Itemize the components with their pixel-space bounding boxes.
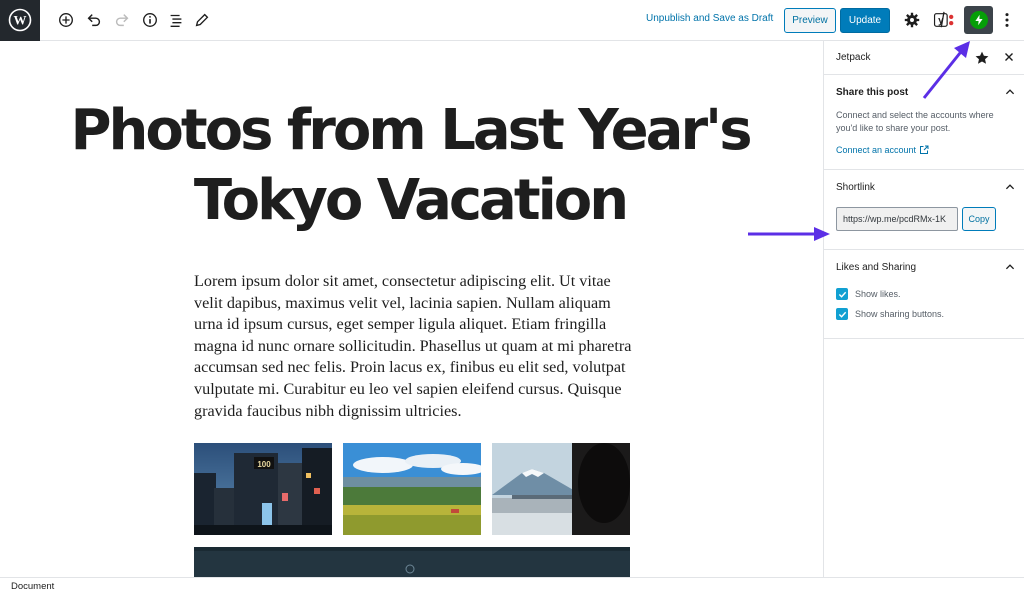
gallery-image-wide[interactable] <box>194 547 630 577</box>
edit-tools-button[interactable] <box>190 8 214 32</box>
top-toolbar: W Unpublish and Save as Draft Preview Up… <box>0 0 1024 41</box>
wordpress-logo-button[interactable]: W <box>0 0 40 41</box>
likes-sharing-panel: Likes and Sharing Show likes. Show shari… <box>824 250 1024 339</box>
likes-panel-toggle[interactable]: Likes and Sharing <box>824 250 1024 284</box>
annotation-arrow-jetpack-icon <box>922 41 970 99</box>
show-likes-label: Show likes. <box>855 289 901 299</box>
shortlink-row: https://wp.me/pcdRMx-1K Copy <box>824 204 1024 249</box>
unpublish-link[interactable]: Unpublish and Save as Draft <box>646 13 773 24</box>
post-title[interactable]: Photos from Last Year's Tokyo Vacation <box>60 96 760 236</box>
edit-tools-icon <box>195 13 209 27</box>
chevron-up-icon <box>1005 89 1015 95</box>
connect-account-label: Connect an account <box>836 145 917 155</box>
jetpack-sidebar-button[interactable] <box>964 6 993 34</box>
chevron-up-icon <box>1005 264 1015 270</box>
show-sharing-checkbox[interactable] <box>836 308 848 320</box>
outline-icon <box>170 14 182 27</box>
more-options-icon <box>1005 13 1009 27</box>
add-block-button[interactable] <box>54 8 78 32</box>
copy-shortlink-button[interactable]: Copy <box>962 207 996 231</box>
jetpack-sidebar: Jetpack Share this post Connect and sele… <box>823 41 1024 577</box>
yoast-icon: y <box>933 11 954 28</box>
show-sharing-label: Show sharing buttons. <box>855 309 945 319</box>
close-icon <box>1005 53 1013 61</box>
show-sharing-option[interactable]: Show sharing buttons. <box>824 304 1024 324</box>
show-likes-checkbox[interactable] <box>836 288 848 300</box>
editor-window: W Unpublish and Save as Draft Preview Up… <box>0 0 1024 595</box>
shortlink-input[interactable]: https://wp.me/pcdRMx-1K <box>836 207 958 231</box>
info-icon <box>143 13 157 27</box>
content-info-button[interactable] <box>138 8 162 32</box>
checkmark-icon <box>838 291 846 298</box>
star-button[interactable] <box>974 50 990 71</box>
sign-100: 100 <box>257 460 271 469</box>
shortlink-panel: Shortlink https://wp.me/pcdRMx-1K Copy <box>824 170 1024 250</box>
star-icon <box>975 51 989 64</box>
likes-panel-title: Likes and Sharing <box>836 261 917 273</box>
preview-button[interactable]: Preview <box>784 8 836 33</box>
chevron-up-icon <box>1005 184 1015 190</box>
show-likes-option[interactable]: Show likes. <box>824 284 1024 304</box>
yoast-seo-button[interactable]: y <box>932 8 956 32</box>
external-link-icon <box>920 145 929 154</box>
breadcrumb-document[interactable]: Document <box>11 581 54 592</box>
post-paragraph[interactable]: Lorem ipsum dolor sit amet, consectetur … <box>194 271 634 422</box>
undo-button[interactable] <box>82 8 106 32</box>
status-footer: Document <box>0 577 1024 595</box>
share-panel-title: Share this post <box>836 86 909 98</box>
shortlink-panel-title: Shortlink <box>836 181 875 193</box>
gallery-image-mount-fuji[interactable] <box>492 443 630 535</box>
jetpack-icon <box>969 11 988 29</box>
gallery-image-countryside[interactable] <box>343 443 481 535</box>
shortlink-panel-toggle[interactable]: Shortlink <box>824 170 1024 204</box>
settings-icon <box>904 12 920 28</box>
sidebar-title: Jetpack <box>836 52 871 63</box>
undo-icon <box>87 14 101 27</box>
settings-button[interactable] <box>900 8 924 32</box>
add-block-icon <box>59 13 73 27</box>
update-button[interactable]: Update <box>840 8 890 33</box>
block-navigation-button[interactable] <box>164 8 188 32</box>
wordpress-logo-icon: W <box>8 8 32 32</box>
connect-account-link[interactable]: Connect an account <box>824 135 1024 169</box>
share-description: Connect and select the accounts where yo… <box>836 110 994 133</box>
more-options-button[interactable] <box>995 8 1019 32</box>
redo-icon <box>115 14 129 27</box>
close-sidebar-button[interactable] <box>1002 50 1016 69</box>
redo-button[interactable] <box>110 8 134 32</box>
checkmark-icon <box>838 311 846 318</box>
svg-text:W: W <box>14 13 27 28</box>
gallery-image-city-night[interactable]: 100 <box>194 443 332 535</box>
annotation-arrow-shortlink <box>748 227 830 241</box>
